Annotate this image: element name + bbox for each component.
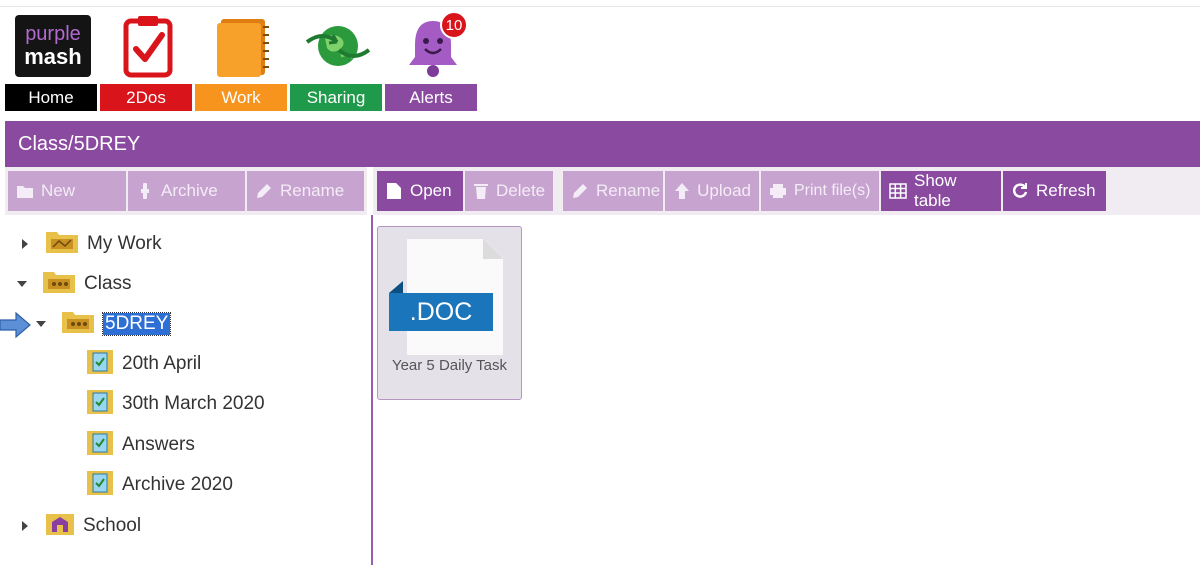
tree-item-label: 20th April	[122, 353, 202, 374]
tree-item-label: Class	[84, 273, 132, 294]
tree-item-my-work[interactable]: My Work	[19, 226, 162, 262]
tree-item-label: My Work	[87, 233, 162, 254]
tree-item-label: School	[83, 515, 142, 536]
open-button-label: Open	[410, 181, 452, 200]
tree-item-label: Archive 2020	[122, 474, 233, 495]
document-icon	[385, 182, 403, 200]
tree-rename-button[interactable]: Rename	[247, 171, 364, 211]
nav-2dos-label: 2Dos	[100, 84, 192, 111]
upload-button-label: Upload	[697, 181, 751, 200]
school-folder-icon	[45, 510, 75, 542]
refresh-button-label: Refresh	[1036, 181, 1096, 200]
folder-icon	[195, 8, 290, 84]
archive-button-label: Archive	[161, 181, 218, 200]
tree-item-school[interactable]: School	[19, 508, 141, 544]
panel-divider[interactable]	[371, 215, 373, 565]
current-path: Class/5DREY	[18, 132, 141, 155]
pointer-arrow-icon	[0, 311, 32, 343]
tree-item-class[interactable]: Class	[16, 266, 132, 302]
upload-icon	[673, 182, 690, 200]
new-button[interactable]: New	[8, 171, 126, 211]
delete-button[interactable]: Delete	[465, 171, 553, 211]
folder-icon	[45, 228, 79, 260]
todo-folder-icon	[86, 468, 114, 502]
nav-home[interactable]: purple mash Home	[5, 8, 100, 112]
printer-icon	[769, 182, 787, 200]
clipboard-check-icon	[100, 8, 195, 84]
globe-icon	[290, 8, 385, 84]
nav-work[interactable]: Work	[195, 8, 290, 112]
pencil-icon	[255, 182, 273, 200]
show-table-button[interactable]: Show table	[881, 171, 1001, 211]
print-files-button-label: Print file(s)	[794, 182, 871, 199]
todo-folder-icon	[86, 387, 114, 421]
svg-text:mash: mash	[24, 44, 81, 69]
file-rename-button-label: Rename	[596, 181, 661, 200]
tree-item-child[interactable]: Answers	[86, 427, 195, 463]
expand-arrow-icon[interactable]	[19, 520, 31, 532]
top-nav: purple mash Home 2Dos Work Sharing 10 Al…	[5, 8, 480, 112]
expand-arrow-icon[interactable]	[19, 238, 31, 250]
nav-work-label: Work	[195, 84, 287, 111]
archive-icon	[136, 182, 154, 200]
nav-2dos[interactable]: 2Dos	[100, 8, 195, 112]
file-tile[interactable]: .DOC Year 5 Daily Task	[377, 226, 522, 400]
refresh-button[interactable]: Refresh	[1003, 171, 1106, 211]
file-toolbar: Open Delete Rename Upload Print file(s) …	[373, 167, 1200, 215]
show-table-button-label: Show table	[914, 171, 957, 210]
nav-sharing[interactable]: Sharing	[290, 8, 385, 112]
archive-button[interactable]: Archive	[128, 171, 245, 211]
folder-icon	[61, 308, 95, 340]
nav-sharing-label: Sharing	[290, 84, 382, 111]
nav-alerts[interactable]: 10 Alerts	[385, 8, 480, 112]
tree-item-label-selected: 5DREY	[101, 312, 172, 336]
refresh-icon	[1011, 182, 1029, 200]
tree-item-5drey[interactable]: 5DREY	[35, 306, 172, 342]
delete-button-label: Delete	[496, 181, 546, 200]
table-icon	[889, 182, 907, 200]
tree-item-child[interactable]: 30th March 2020	[86, 386, 265, 422]
tree-item-label: Answers	[122, 434, 195, 455]
file-rename-button[interactable]: Rename	[563, 171, 663, 211]
file-extension-label: .DOC	[409, 297, 473, 326]
open-button[interactable]: Open	[377, 171, 463, 211]
nav-home-label: Home	[5, 84, 97, 111]
tree-item-child[interactable]: 20th April	[86, 346, 201, 382]
tree-item-child[interactable]: Archive 2020	[86, 467, 233, 503]
upload-button[interactable]: Upload	[665, 171, 759, 211]
top-border-line	[0, 6, 1200, 7]
trash-icon	[473, 182, 489, 200]
folder-icon	[42, 268, 76, 300]
collapse-arrow-icon[interactable]	[16, 278, 28, 290]
svg-text:purple: purple	[25, 23, 81, 45]
purple-mash-logo-icon: purple mash	[5, 8, 100, 84]
todo-folder-icon	[86, 428, 114, 462]
path-bar: Class/5DREY	[5, 121, 1200, 167]
pencil-icon	[571, 182, 589, 200]
todo-folder-icon	[86, 347, 114, 381]
alerts-count-badge: 10	[440, 11, 468, 39]
tree-item-label: 30th March 2020	[122, 393, 265, 414]
print-files-button[interactable]: Print file(s)	[761, 171, 879, 211]
file-name: Year 5 Daily Task	[391, 357, 508, 374]
collapse-arrow-icon[interactable]	[35, 318, 47, 330]
tree-rename-button-label: Rename	[280, 181, 345, 200]
new-folder-icon	[16, 182, 34, 200]
tree-toolbar: New Archive Rename	[5, 167, 367, 215]
nav-alerts-label: Alerts	[385, 84, 477, 111]
new-button-label: New	[41, 181, 76, 200]
